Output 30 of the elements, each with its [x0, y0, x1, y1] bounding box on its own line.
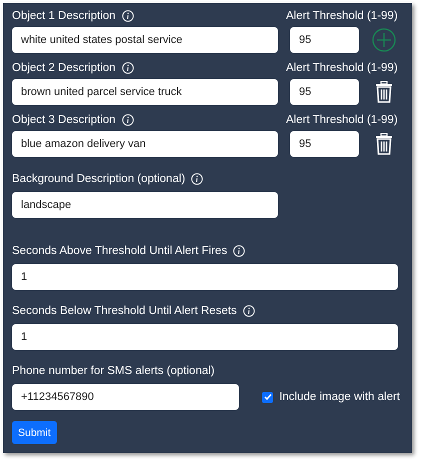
info-icon: [233, 245, 246, 257]
field-label: Seconds Above Threshold Until Alert Fires: [12, 244, 228, 259]
threshold-input[interactable]: 95: [290, 27, 359, 53]
field-label: Object 3 Description: [12, 113, 116, 128]
checkbox[interactable]: [262, 392, 274, 402]
info-icon: [122, 10, 134, 22]
info-icon: [191, 173, 204, 185]
checkbox-label: Include image with alert: [279, 390, 400, 405]
field-label: Background Description (optional): [12, 172, 186, 187]
description-input[interactable]: blue amazon delivery van: [12, 131, 278, 157]
description-input[interactable]: white united states postal service: [12, 27, 278, 53]
field-label: Seconds Below Threshold Until Alert Resets: [12, 304, 237, 319]
seconds-input[interactable]: 1: [12, 324, 398, 350]
field-label: Object 2 Description: [12, 61, 116, 76]
description-input[interactable]: brown united parcel service truck: [12, 79, 278, 105]
info-icon: [122, 62, 134, 74]
seconds-input[interactable]: 1: [12, 264, 398, 290]
threshold-input[interactable]: 95: [290, 79, 359, 105]
threshold-input[interactable]: 95: [290, 131, 359, 157]
field-label: Alert Threshold (1-99): [286, 9, 399, 24]
info-icon: [242, 305, 255, 317]
background-input[interactable]: landscape: [12, 192, 278, 218]
field-label: Alert Threshold (1-99): [286, 113, 399, 128]
field-label: Alert Threshold (1-99): [286, 61, 399, 76]
phone-input[interactable]: +11234567890: [12, 384, 240, 410]
field-label: Phone number for SMS alerts (optional): [12, 364, 216, 379]
field-label: Object 1 Description: [12, 9, 116, 24]
submit-button[interactable]: Submit: [12, 421, 57, 444]
add-button[interactable]: [371, 27, 397, 53]
info-icon: [122, 114, 134, 126]
